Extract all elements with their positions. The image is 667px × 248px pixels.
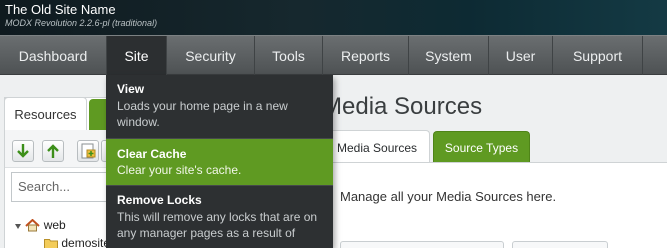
arrow-up-icon	[47, 144, 59, 158]
nav-user[interactable]: User	[489, 36, 553, 76]
collapse-triangle-icon	[15, 223, 21, 229]
nav-dashboard[interactable]: Dashboard	[0, 36, 107, 76]
folder-icon	[44, 239, 58, 248]
menu-item-description: This will remove any locks that are on a…	[117, 210, 318, 240]
tree-node-demosite[interactable]: demosite	[44, 236, 110, 248]
tab-media-sources[interactable]: Media Sources	[322, 130, 430, 163]
home-icon	[25, 218, 41, 232]
menu-item-view[interactable]: View Loads your home page in a new windo…	[106, 82, 333, 138]
media-sources-panel	[322, 162, 667, 248]
nav-reports[interactable]: Reports	[323, 36, 409, 76]
nav-system[interactable]: System	[409, 36, 489, 76]
expand-button[interactable]	[12, 140, 34, 162]
nav-support[interactable]: Support	[553, 36, 643, 76]
collapse-button[interactable]	[42, 140, 64, 162]
menu-item-title: Clear Cache	[117, 147, 187, 161]
version-label: MODX Revolution 2.2.6-pl (traditional)	[5, 18, 158, 28]
tab-source-types[interactable]: Source Types	[433, 131, 530, 163]
tree-node-label: demosite	[61, 236, 111, 248]
menu-item-title: View	[117, 82, 145, 96]
grid-action-button[interactable]	[512, 241, 608, 248]
tab-resources[interactable]: Resources	[4, 97, 87, 130]
nav-tools[interactable]: Tools	[255, 36, 323, 76]
menu-item-description: Clear your site's cache.	[117, 163, 242, 177]
site-name[interactable]: The Old Site Name	[5, 2, 116, 17]
menu-item-remove-locks[interactable]: Remove Locks This will remove any locks …	[106, 186, 333, 248]
menu-item-clear-cache[interactable]: Clear Cache Clear your site's cache.	[106, 139, 333, 185]
menu-item-description: Loads your home page in a new window.	[117, 99, 288, 129]
create-source-button[interactable]	[340, 241, 504, 248]
arrow-down-icon	[17, 144, 29, 158]
resource-search-input[interactable]: Search...	[11, 172, 111, 202]
new-document-icon	[81, 143, 96, 159]
menu-item-title: Remove Locks	[117, 193, 202, 207]
header-bar: The Old Site Name MODX Revolution 2.2.6-…	[0, 0, 667, 35]
page-title: Media Sources	[322, 93, 483, 120]
tree-node-web[interactable]: web	[14, 218, 66, 232]
nav-security[interactable]: Security	[167, 36, 255, 76]
new-document-button[interactable]	[77, 140, 99, 162]
main-nav: Dashboard Site Security Tools Reports Sy…	[0, 35, 667, 76]
nav-site[interactable]: Site	[107, 36, 167, 76]
tree-node-label: web	[43, 218, 66, 232]
panel-description: Manage all your Media Sources here.	[340, 189, 557, 204]
